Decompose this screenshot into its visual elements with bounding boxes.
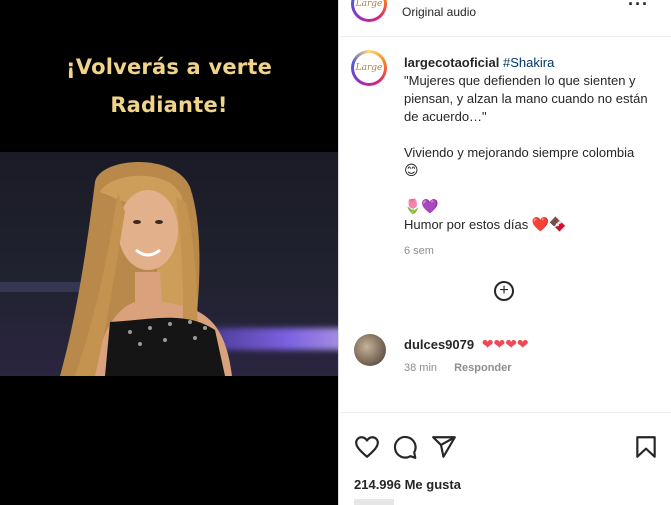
more-horizontal-icon[interactable]: ··· bbox=[628, 0, 649, 15]
smile-emoji-icon: 😊 bbox=[404, 163, 419, 179]
post-photo bbox=[0, 152, 338, 376]
woman-portrait bbox=[60, 162, 232, 376]
caption-username[interactable]: largecotaoficial bbox=[404, 55, 499, 70]
load-more-comments-button[interactable]: + bbox=[494, 281, 514, 301]
flower-heart-emoji-icon: 🌷💜 bbox=[404, 199, 439, 215]
overlay-title-line1: ¡Volverás a verte bbox=[65, 55, 273, 79]
caption-timestamp[interactable]: 6 sem bbox=[404, 242, 649, 260]
post-media[interactable]: ¡Volverás a verte Radiante! bbox=[0, 0, 338, 505]
share-icon[interactable] bbox=[431, 434, 457, 460]
heart-icon[interactable] bbox=[354, 434, 380, 460]
comment-text: dulces9079 ❤❤❤❤ bbox=[404, 336, 529, 353]
reply-button[interactable]: Responder bbox=[454, 362, 511, 374]
post-date-partial bbox=[354, 499, 394, 505]
audio-label[interactable]: Original audio bbox=[402, 5, 476, 19]
header-divider bbox=[339, 36, 671, 37]
plus-icon: + bbox=[499, 282, 509, 299]
likes-count[interactable]: 214.996 Me gusta bbox=[354, 477, 461, 492]
post-caption: largecotaoficial #Shakira "Mujeres que d… bbox=[404, 54, 649, 260]
caption-quote: "Mujeres que defienden lo que sienten y … bbox=[404, 73, 648, 124]
caption-avatar-logo: Large bbox=[354, 53, 384, 83]
caption-line4: Humor por estos días bbox=[404, 217, 529, 232]
overlay-title-line2: Radiante! bbox=[110, 93, 228, 117]
hearts-emoji-icon: ❤❤❤❤ bbox=[481, 336, 529, 352]
caption-hashtag[interactable]: #Shakira bbox=[503, 55, 554, 70]
comment-time: 38 min bbox=[404, 362, 438, 374]
comment-username[interactable]: dulces9079 bbox=[404, 337, 474, 352]
header-avatar-logo: Large bbox=[354, 0, 384, 19]
post-side-panel: Large Original audio ··· Large largecota… bbox=[339, 0, 671, 505]
caption-avatar[interactable]: Large bbox=[351, 50, 387, 86]
comment-icon[interactable] bbox=[392, 434, 418, 460]
heart-chocolate-emoji-icon: ❤️🍫 bbox=[531, 217, 567, 233]
actions-divider bbox=[339, 412, 671, 413]
action-bar bbox=[354, 434, 659, 462]
caption-line2: Viviendo y mejorando siempre colombia bbox=[404, 145, 635, 160]
header-avatar[interactable]: Large bbox=[351, 0, 387, 22]
comment-meta: 38 min Responder bbox=[404, 362, 526, 374]
bookmark-icon[interactable] bbox=[633, 434, 659, 460]
comment-avatar[interactable] bbox=[354, 334, 386, 366]
